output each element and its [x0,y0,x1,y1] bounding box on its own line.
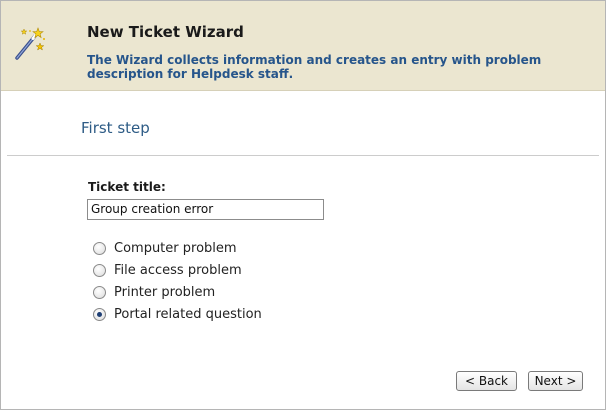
portal-related-question-radio[interactable] [93,307,106,321]
option-file-access-problem[interactable]: File access problem [93,261,242,279]
ticket-title-input[interactable] [87,199,324,220]
back-button[interactable]: < Back [456,371,517,391]
option-printer-problem[interactable]: Printer problem [93,283,215,301]
magic-wand-icon [15,27,45,60]
wizard-title: New Ticket Wizard [87,23,244,41]
wizard-description: The Wizard collects information and crea… [87,53,542,81]
computer-problem-radio[interactable] [93,241,106,255]
wizard-header: New Ticket Wizard The Wizard collects in… [1,1,605,91]
step-title: First step [81,119,150,137]
file-access-problem-radio[interactable] [93,263,106,277]
option-label: Computer problem [114,240,237,256]
option-label: File access problem [114,262,242,278]
option-computer-problem[interactable]: Computer problem [93,239,237,257]
option-portal-related-question[interactable]: Portal related question [93,305,262,323]
next-button[interactable]: Next > [528,371,583,391]
wizard-window: New Ticket Wizard The Wizard collects in… [0,0,606,410]
divider [7,155,599,156]
printer-problem-radio[interactable] [93,285,106,299]
ticket-title-label: Ticket title: [88,180,166,194]
option-label: Portal related question [114,306,262,322]
option-label: Printer problem [114,284,216,300]
